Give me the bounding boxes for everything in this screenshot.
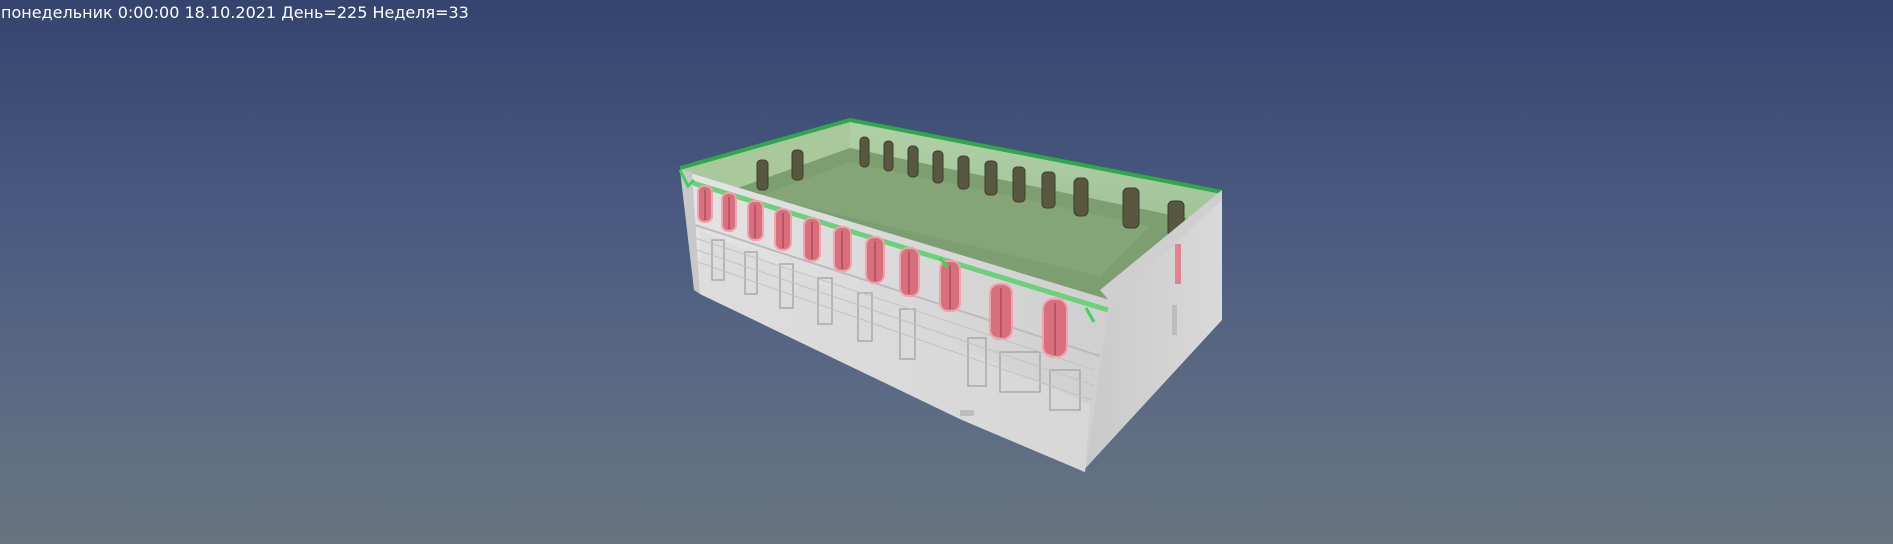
status-text: понедельник 0:00:00 18.10.2021 День=225 … (1, 3, 469, 22)
end-wall-window (1175, 244, 1181, 284)
3d-viewport[interactable]: понедельник 0:00:00 18.10.2021 День=225 … (0, 0, 1893, 544)
base-step (960, 410, 974, 416)
building-model[interactable] (0, 0, 1893, 544)
end-wall-mark (1172, 305, 1177, 335)
